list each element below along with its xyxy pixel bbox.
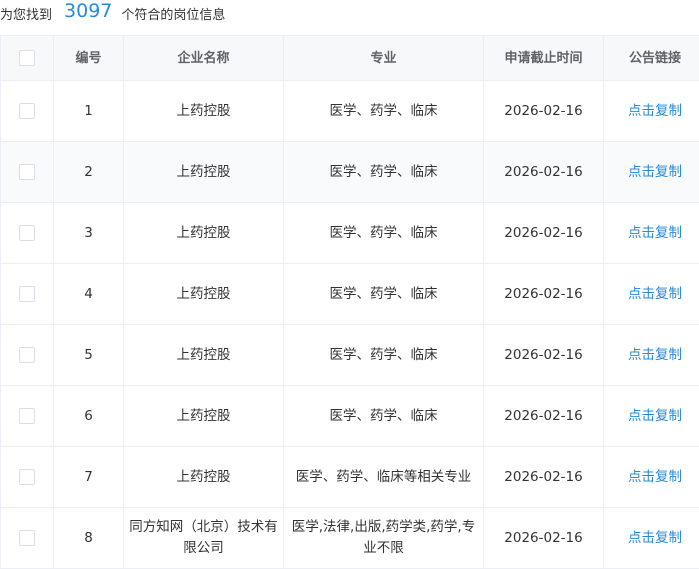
- row-select-cell: [0, 263, 54, 325]
- cell-num: 7: [53, 446, 124, 508]
- cell-major: 医学、药学、临床: [283, 80, 484, 142]
- row-select-cell: [0, 385, 54, 447]
- copy-link[interactable]: 点击复制: [628, 225, 682, 241]
- select-all-checkbox[interactable]: [19, 50, 35, 66]
- header-major: 专业: [283, 35, 484, 81]
- cell-major: 医学、药学、临床: [283, 141, 484, 203]
- cell-link-cell: 点击复制: [603, 324, 699, 386]
- cell-deadline: 2026-02-16: [483, 80, 604, 142]
- header-num: 编号: [53, 35, 124, 81]
- cell-link-cell: 点击复制: [603, 80, 699, 142]
- result-count: 3097: [64, 0, 113, 22]
- row-checkbox[interactable]: [19, 224, 35, 241]
- row-select-cell: [0, 202, 54, 264]
- row-checkbox[interactable]: [19, 285, 35, 302]
- table-row: 8 同方知网（北京）技术有限公司 医学,法律,出版,药学类,药学,专业不限 20…: [0, 507, 699, 569]
- cell-major: 医学、药学、临床: [283, 263, 484, 325]
- cell-link-cell: 点击复制: [603, 446, 699, 508]
- row-select-cell: [0, 141, 54, 203]
- row-select-cell: [0, 324, 54, 386]
- copy-link[interactable]: 点击复制: [628, 408, 682, 424]
- summary-prefix: 为您找到: [0, 7, 53, 23]
- row-checkbox[interactable]: [19, 468, 35, 485]
- cell-company: 上药控股: [123, 80, 284, 142]
- copy-link[interactable]: 点击复制: [628, 286, 682, 302]
- table-row: 4 上药控股 医学、药学、临床 2026-02-16 点击复制: [0, 263, 699, 325]
- cell-company: 上药控股: [123, 385, 284, 447]
- cell-deadline: 2026-02-16: [483, 202, 604, 264]
- table-row: 5 上药控股 医学、药学、临床 2026-02-16 点击复制: [0, 324, 699, 386]
- header-company: 企业名称: [123, 35, 284, 81]
- cell-company: 上药控股: [123, 141, 284, 203]
- copy-link[interactable]: 点击复制: [628, 164, 682, 180]
- cell-major: 医学、药学、临床: [283, 385, 484, 447]
- table-row: 2 上药控股 医学、药学、临床 2026-02-16 点击复制: [0, 141, 699, 203]
- cell-major: 医学、药学、临床: [283, 324, 484, 386]
- row-checkbox[interactable]: [19, 102, 35, 119]
- cell-deadline: 2026-02-16: [483, 141, 604, 203]
- job-table: 编号 企业名称 专业 申请截止时间 公告链接 1 上药控股 医学、药学、临床 2…: [0, 35, 699, 569]
- cell-deadline: 2026-02-16: [483, 324, 604, 386]
- cell-major: 医学、药学、临床: [283, 202, 484, 264]
- row-select-cell: [0, 80, 54, 142]
- cell-num: 3: [53, 202, 124, 264]
- copy-link[interactable]: 点击复制: [628, 469, 682, 485]
- row-checkbox[interactable]: [19, 163, 35, 180]
- cell-deadline: 2026-02-16: [483, 263, 604, 325]
- cell-num: 5: [53, 324, 124, 386]
- table-header-row: 编号 企业名称 专业 申请截止时间 公告链接: [0, 35, 699, 81]
- row-checkbox[interactable]: [19, 346, 35, 363]
- copy-link[interactable]: 点击复制: [628, 530, 682, 546]
- cell-num: 6: [53, 385, 124, 447]
- select-all-cell: [0, 35, 54, 81]
- table-row: 1 上药控股 医学、药学、临床 2026-02-16 点击复制: [0, 80, 699, 142]
- cell-deadline: 2026-02-16: [483, 446, 604, 508]
- cell-deadline: 2026-02-16: [483, 507, 604, 569]
- cell-company: 上药控股: [123, 324, 284, 386]
- row-checkbox[interactable]: [19, 529, 35, 546]
- copy-link[interactable]: 点击复制: [628, 103, 682, 119]
- table-row: 3 上药控股 医学、药学、临床 2026-02-16 点击复制: [0, 202, 699, 264]
- summary-suffix: 个符合的岗位信息: [121, 7, 226, 23]
- cell-company: 上药控股: [123, 263, 284, 325]
- header-deadline: 申请截止时间: [483, 35, 604, 81]
- cell-link-cell: 点击复制: [603, 385, 699, 447]
- header-link: 公告链接: [603, 35, 699, 81]
- cell-num: 2: [53, 141, 124, 203]
- cell-link-cell: 点击复制: [603, 141, 699, 203]
- row-checkbox[interactable]: [19, 407, 35, 424]
- table-row: 7 上药控股 医学、药学、临床等相关专业 2026-02-16 点击复制: [0, 446, 699, 508]
- result-summary: 为您找到 3097 个符合的岗位信息: [0, 0, 699, 26]
- cell-link-cell: 点击复制: [603, 263, 699, 325]
- cell-major: 医学,法律,出版,药学类,药学,专业不限: [283, 507, 484, 569]
- cell-deadline: 2026-02-16: [483, 385, 604, 447]
- cell-num: 8: [53, 507, 124, 569]
- cell-link-cell: 点击复制: [603, 202, 699, 264]
- table-row: 6 上药控股 医学、药学、临床 2026-02-16 点击复制: [0, 385, 699, 447]
- cell-major: 医学、药学、临床等相关专业: [283, 446, 484, 508]
- cell-link-cell: 点击复制: [603, 507, 699, 569]
- cell-num: 4: [53, 263, 124, 325]
- row-select-cell: [0, 446, 54, 508]
- row-select-cell: [0, 507, 54, 569]
- cell-num: 1: [53, 80, 124, 142]
- cell-company: 上药控股: [123, 202, 284, 264]
- cell-company: 同方知网（北京）技术有限公司: [123, 507, 284, 569]
- cell-company: 上药控股: [123, 446, 284, 508]
- copy-link[interactable]: 点击复制: [628, 347, 682, 363]
